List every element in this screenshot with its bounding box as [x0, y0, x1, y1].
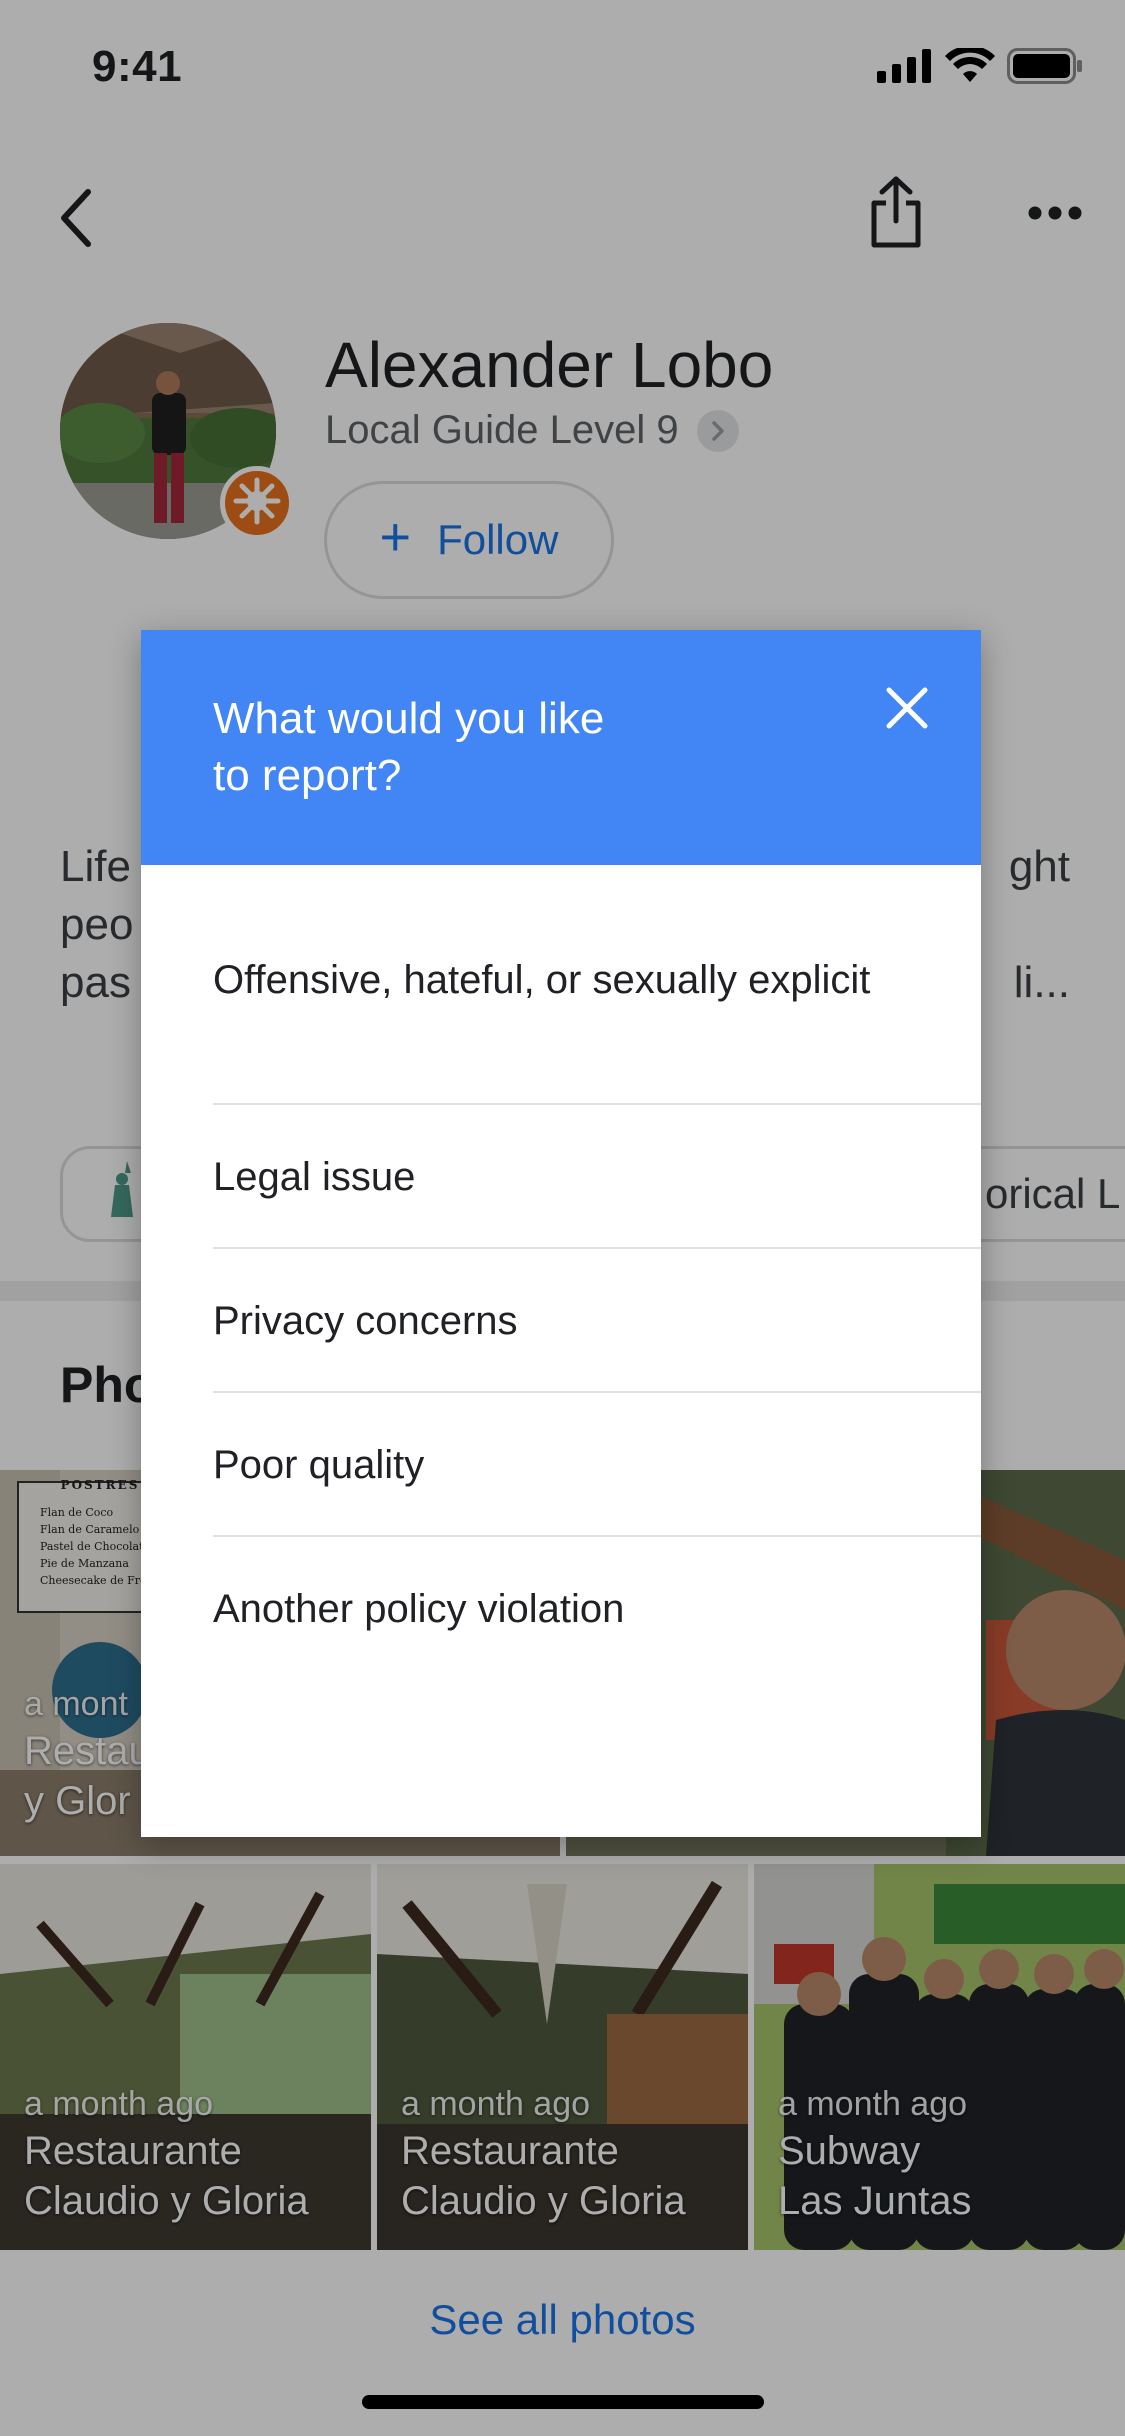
- report-dialog: What would you like to report? Offensive…: [141, 630, 981, 1837]
- option-divider: [213, 1391, 981, 1393]
- report-option-offensive[interactable]: Offensive, hateful, or sexually explicit: [213, 930, 981, 1030]
- home-indicator[interactable]: [362, 2395, 764, 2409]
- report-option-legal[interactable]: Legal issue: [213, 1106, 981, 1248]
- close-icon: [885, 686, 929, 735]
- report-dialog-header: What would you like to report?: [141, 630, 981, 865]
- report-option-policy-violation[interactable]: Another policy violation: [213, 1538, 981, 1680]
- report-dialog-title-line-2: to report?: [213, 751, 402, 800]
- option-divider: [213, 1103, 981, 1105]
- report-option-privacy[interactable]: Privacy concerns: [213, 1250, 981, 1392]
- option-divider: [213, 1247, 981, 1249]
- report-dialog-title: What would you like to report?: [213, 690, 733, 804]
- close-button[interactable]: [875, 678, 939, 742]
- report-option-poor-quality[interactable]: Poor quality: [213, 1394, 981, 1536]
- report-dialog-title-line-1: What would you like: [213, 694, 605, 743]
- option-divider: [213, 1535, 981, 1537]
